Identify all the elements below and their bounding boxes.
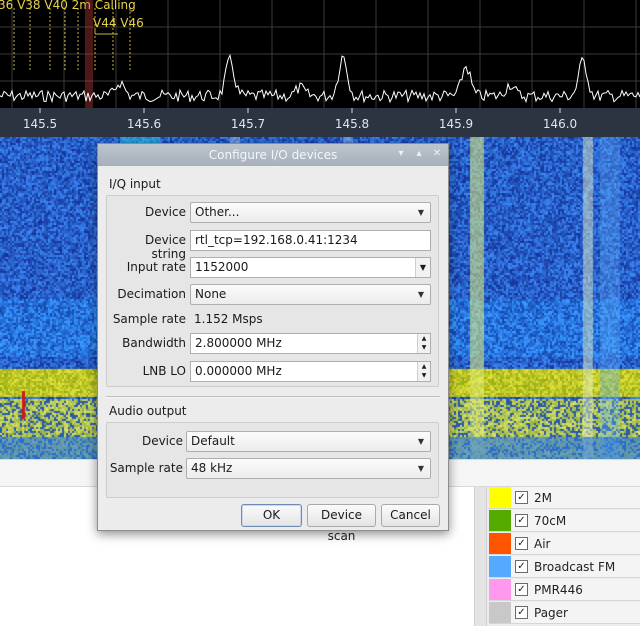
cancel-button[interactable]: Cancel bbox=[381, 504, 440, 527]
audio-device-value: Default bbox=[191, 434, 235, 448]
band-label: 2M bbox=[534, 490, 552, 505]
band-color-swatch bbox=[489, 556, 511, 577]
lnb-lo-spinbox[interactable]: 0.000000 MHz ▲ ▼ bbox=[190, 361, 431, 382]
band-checkbox[interactable]: ✓ bbox=[515, 583, 528, 596]
band-plan-list: ✓ 2M ✓ 70cM ✓ Air ✓ Broadcast FM ✓ PMR44… bbox=[474, 487, 640, 626]
sample-rate-value: 1.152 Msps bbox=[194, 312, 263, 326]
bandwidth-label: Bandwidth bbox=[122, 336, 186, 350]
device-string-value: rtl_tcp=192.168.0.41:1234 bbox=[195, 233, 358, 247]
spin-arrows-icon[interactable]: ▲ ▼ bbox=[417, 334, 430, 353]
band-item-70cm[interactable]: ✓ 70cM bbox=[489, 510, 640, 532]
spin-arrows-icon[interactable]: ▲ ▼ bbox=[417, 362, 430, 381]
chevron-down-icon: ▼ bbox=[417, 464, 424, 473]
section-separator bbox=[106, 396, 440, 398]
chevron-down-icon: ▼ bbox=[417, 437, 424, 446]
bandwidth-value: 2.800000 MHz bbox=[195, 336, 282, 350]
lnb-lo-value: 0.000000 MHz bbox=[195, 364, 282, 378]
spectrum-trace bbox=[0, 53, 640, 104]
band-checkbox[interactable]: ✓ bbox=[515, 606, 528, 619]
band-color-swatch bbox=[489, 533, 511, 554]
iq-device-combo[interactable]: Other... ▼ bbox=[190, 202, 431, 223]
chevron-down-icon[interactable]: ▼ bbox=[415, 258, 430, 277]
band-color-swatch bbox=[489, 487, 511, 508]
audio-device-label: Device bbox=[141, 434, 183, 448]
input-rate-field[interactable]: 1152000 ▼ bbox=[190, 257, 431, 278]
input-rate-label: Input rate bbox=[126, 260, 186, 274]
band-label: Pager bbox=[534, 605, 568, 620]
chevron-down-icon[interactable]: ▾ bbox=[394, 147, 408, 161]
bookmark-label: V44 V46 bbox=[93, 16, 144, 30]
ok-button[interactable]: OK bbox=[241, 504, 302, 527]
frequency-tick-label: 145.5 bbox=[23, 117, 57, 131]
band-checkbox[interactable]: ✓ bbox=[515, 491, 528, 504]
chevron-down-icon: ▼ bbox=[417, 208, 424, 217]
frequency-tick-label: 146.0 bbox=[543, 117, 577, 131]
decimation-label: Decimation bbox=[117, 287, 186, 301]
band-color-swatch bbox=[489, 579, 511, 600]
dialog-titlebar[interactable]: Configure I/O devices ▾ ▴ ✕ bbox=[98, 144, 448, 166]
chevron-down-icon: ▼ bbox=[417, 290, 424, 299]
decimation-combo[interactable]: None ▼ bbox=[190, 284, 431, 305]
band-item-broadcast-fm[interactable]: ✓ Broadcast FM bbox=[489, 556, 640, 578]
lnb-lo-label: LNB LO bbox=[142, 364, 186, 378]
band-item-2m[interactable]: ✓ 2M bbox=[489, 487, 640, 509]
band-checkbox[interactable]: ✓ bbox=[515, 514, 528, 527]
decimation-value: None bbox=[195, 287, 227, 301]
audio-sample-rate-value: 48 kHz bbox=[191, 461, 233, 475]
frequency-tick-label: 145.7 bbox=[231, 117, 265, 131]
band-item-pager[interactable]: ✓ Pager bbox=[489, 602, 640, 624]
audio-device-combo[interactable]: Default ▼ bbox=[186, 431, 431, 452]
bandwidth-spinbox[interactable]: 2.800000 MHz ▲ ▼ bbox=[190, 333, 431, 354]
band-checkbox[interactable]: ✓ bbox=[515, 560, 528, 573]
band-color-swatch bbox=[489, 510, 511, 531]
band-item-pmr446[interactable]: ✓ PMR446 bbox=[489, 579, 640, 601]
band-label: Broadcast FM bbox=[534, 559, 616, 574]
audio-sample-rate-combo[interactable]: 48 kHz ▼ bbox=[186, 458, 431, 479]
band-list-scrollbar[interactable] bbox=[475, 487, 487, 626]
sample-rate-label: Sample rate bbox=[112, 312, 186, 326]
band-checkbox[interactable]: ✓ bbox=[515, 537, 528, 550]
configure-io-dialog: Configure I/O devices ▾ ▴ ✕ I/Q input De… bbox=[97, 143, 449, 543]
iq-device-label: Device bbox=[144, 205, 186, 219]
device-string-label: Device string bbox=[144, 233, 186, 261]
frequency-tick-label: 145.9 bbox=[439, 117, 473, 131]
spectrum-plot[interactable]: 36 V38 V40 2m Calling V44 V46 145.5 145.6 14… bbox=[0, 0, 640, 137]
iq-device-value: Other... bbox=[195, 205, 240, 219]
frequency-tick-label: 145.6 bbox=[127, 117, 161, 131]
band-label: 70cM bbox=[534, 513, 567, 528]
band-label: Air bbox=[534, 536, 551, 551]
frequency-tick-label: 145.8 bbox=[335, 117, 369, 131]
device-scan-button[interactable]: Device scan bbox=[307, 504, 376, 543]
chevron-up-icon[interactable]: ▴ bbox=[412, 147, 426, 161]
audio-sample-rate-label: Sample rate bbox=[109, 461, 183, 475]
dialog-title: Configure I/O devices bbox=[208, 148, 338, 162]
device-string-field[interactable]: rtl_tcp=192.168.0.41:1234 bbox=[190, 230, 431, 251]
close-icon[interactable]: ✕ bbox=[430, 147, 444, 161]
iq-input-section-title: I/Q input bbox=[109, 177, 161, 191]
band-label: PMR446 bbox=[534, 582, 583, 597]
bookmark-label: 36 V38 V40 2m Calling bbox=[0, 0, 136, 12]
input-rate-value: 1152000 bbox=[195, 260, 249, 274]
band-color-swatch bbox=[489, 602, 511, 623]
band-item-air[interactable]: ✓ Air bbox=[489, 533, 640, 555]
audio-output-section-title: Audio output bbox=[109, 404, 187, 418]
